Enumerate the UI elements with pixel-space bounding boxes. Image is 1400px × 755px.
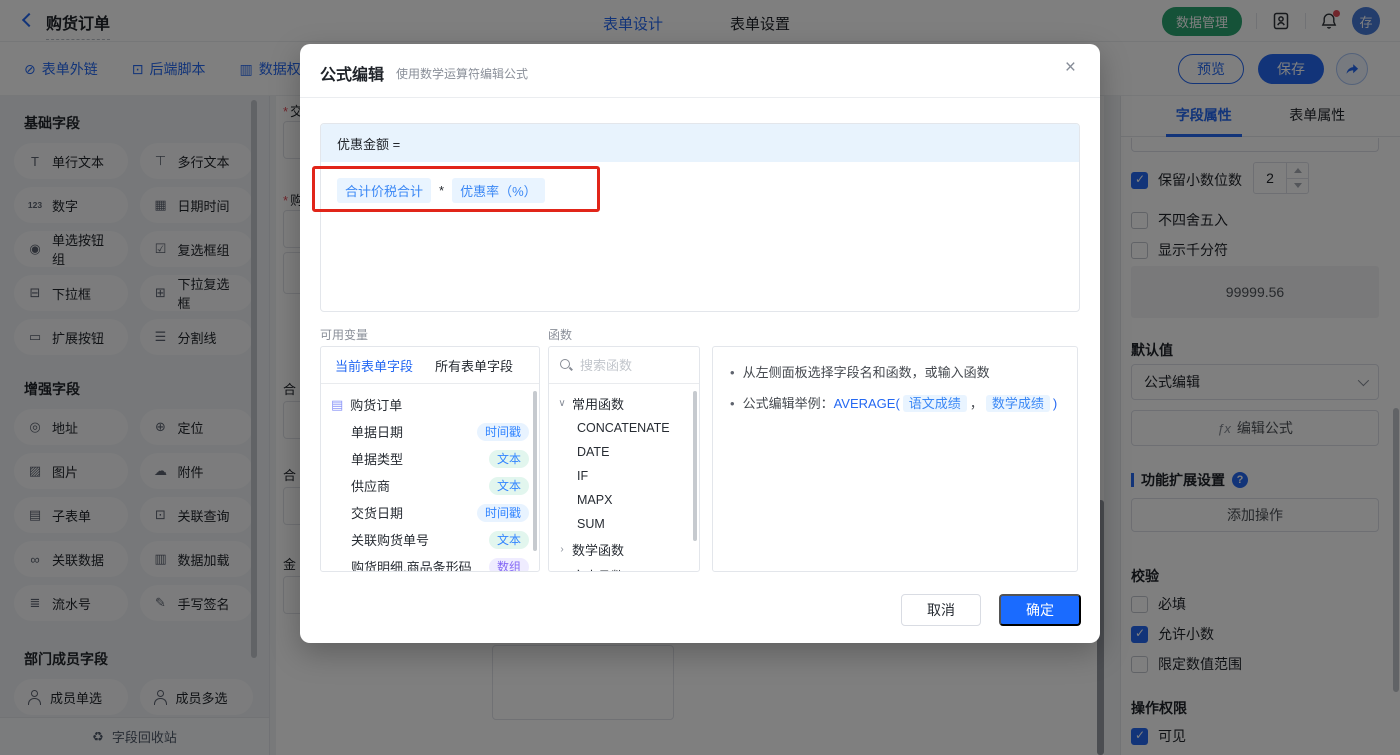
function-group-math[interactable]: › 数学函数 (557, 536, 691, 562)
function-group-text[interactable]: ›文本函数 (557, 562, 691, 572)
example-field-chip: 数学成绩 (985, 395, 1050, 412)
confirm-button[interactable]: 确定 (999, 594, 1081, 626)
formula-editor[interactable]: 优惠金额 = 合计价税合计 * 优惠率（%） (320, 123, 1080, 312)
form-designer-screen: 购货订单 表单设计 表单设置 数据管理 存 ⊘表单外链 ⊡后端脚本 ▥数据权 预… (0, 0, 1400, 755)
functions-tree: ∨ 常用函数 CONCATENATE DATE IF MAPX SUM › 数学函数… (549, 384, 699, 572)
functions-scrollbar[interactable] (693, 391, 697, 541)
hint-line-1: • 从左侧面板选择字段名和函数，或输入函数 (730, 365, 990, 380)
close-icon[interactable]: × (1065, 58, 1076, 77)
tab-current-form-fields[interactable]: 当前表单字段 (335, 356, 413, 375)
functions-panel: ∨常用函数 CONCATENATE DATE IF MAPX SUM ›数学函数… (548, 346, 700, 572)
caret-right-icon: › (557, 570, 567, 572)
type-badge: 数组 (488, 557, 529, 571)
variables-scrollbar[interactable] (533, 391, 537, 551)
variable-item[interactable]: 供应商 文本 (331, 472, 529, 499)
example-field-chip: 语文成绩 (902, 395, 967, 412)
variable-item[interactable]: 关联购货单号 文本 (331, 526, 529, 553)
function-item[interactable]: MAPX (557, 488, 691, 512)
function-item[interactable]: SUM (557, 512, 691, 536)
modal-title: 公式编辑 (320, 67, 385, 84)
function-search-input[interactable] (580, 357, 680, 373)
modal-header: 公式编辑 使用数学运算符编辑公式 × (300, 44, 1100, 98)
type-badge: 时间戳 (476, 503, 529, 522)
variables-tree: ▤ 购货订单 单据日期 时间戳 单据类型 文本 供应商 文本 交货日期 时间戳 关联购货… (321, 384, 539, 571)
function-search[interactable] (549, 347, 699, 384)
tab-all-form-fields[interactable]: 所有表单字段 (435, 356, 513, 375)
hints-panel: • 从左侧面板选择字段名和函数，或输入函数 • 公式编辑举例：AVERAGE(语… (712, 346, 1078, 572)
function-group-common[interactable]: ∨ 常用函数 (557, 390, 691, 416)
caret-down-icon: ∨ (558, 397, 566, 409)
example-function: AVERAGE( (833, 396, 900, 411)
type-badge: 文本 (488, 530, 529, 549)
annotation-highlight-box (312, 166, 600, 212)
formula-edit-modal: 公式编辑 使用数学运算符编辑公式 × 优惠金额 = 合计价税合计 * 优惠率（%… (300, 44, 1100, 643)
type-badge: 时间戳 (476, 422, 529, 441)
variable-item[interactable]: 单据日期 时间戳 (331, 418, 529, 445)
variable-item[interactable]: 交货日期 时间戳 (331, 499, 529, 526)
variable-item[interactable]: 购货明细.商品条形码 数组 (331, 553, 529, 571)
function-item[interactable]: DATE (557, 440, 691, 464)
caret-right-icon: › (560, 543, 564, 555)
variables-tabs: 当前表单字段 所有表单字段 (321, 347, 539, 384)
function-item[interactable]: IF (557, 464, 691, 488)
function-item[interactable]: CONCATENATE (557, 416, 691, 440)
tree-root[interactable]: ▤ 购货订单 (331, 391, 529, 418)
type-badge: 文本 (488, 449, 529, 468)
cancel-button[interactable]: 取消 (901, 594, 981, 626)
formula-target: 优惠金额 = (321, 124, 1079, 162)
functions-label: 函数 (548, 328, 573, 342)
type-badge: 文本 (488, 476, 529, 495)
modal-subtitle: 使用数学运算符编辑公式 (396, 67, 529, 81)
variables-panel: 当前表单字段 所有表单字段 ▤ 购货订单 单据日期 时间戳 单据类型 文本 供应商文… (320, 346, 540, 572)
variable-item[interactable]: 单据类型 文本 (331, 445, 529, 472)
search-icon (559, 358, 573, 372)
document-icon: ▤ (331, 396, 344, 412)
variables-label: 可用变量 (320, 328, 369, 342)
hint-line-2: • 公式编辑举例：AVERAGE(语文成绩，数学成绩) (730, 395, 1058, 412)
